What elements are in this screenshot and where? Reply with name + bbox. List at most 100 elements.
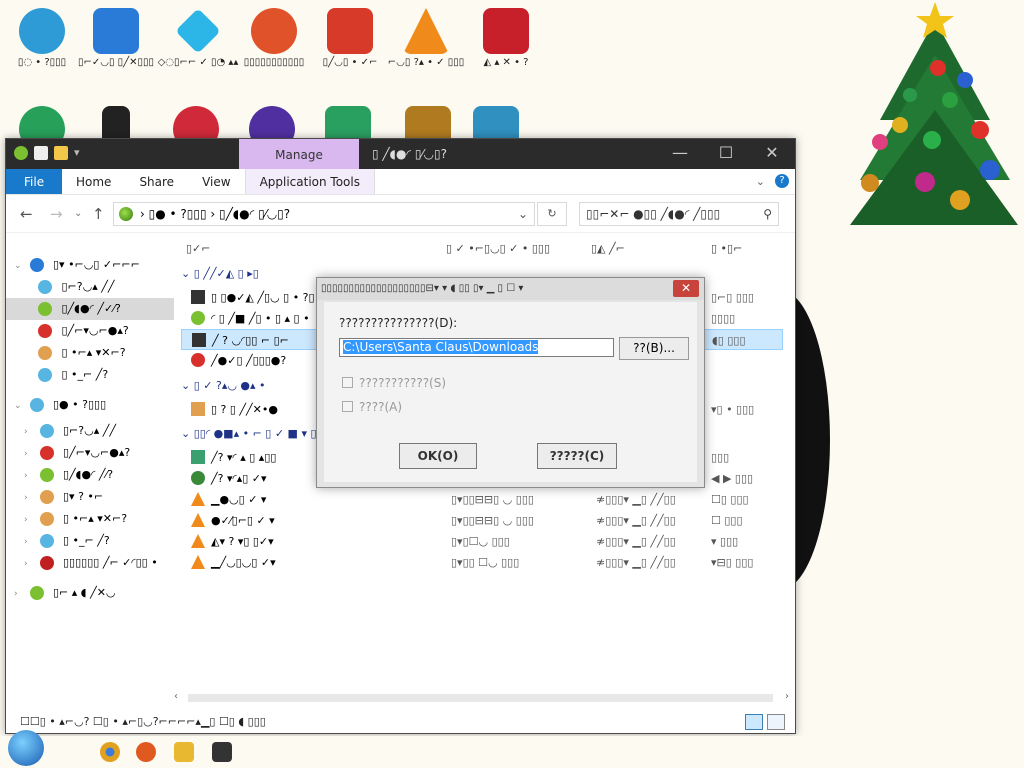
details-view-button[interactable] <box>745 714 763 730</box>
desktop-icon-5[interactable]: ▯╱◡▯ • ✓⌐ <box>308 8 392 69</box>
network-icon <box>29 586 44 600</box>
horizontal-scrollbar[interactable]: ‹ › <box>174 691 789 705</box>
nav-item[interactable]: › ▯▾ ? •⌐ <box>24 486 174 508</box>
help-icon[interactable]: ? <box>775 174 789 188</box>
folder-icon <box>38 346 52 360</box>
file-icon <box>191 402 205 416</box>
browse-button[interactable]: ??(B)... <box>619 337 689 360</box>
up-arrow-icon[interactable]: ↑ <box>92 205 105 223</box>
chevron-down-icon[interactable]: ⌄ <box>756 175 765 188</box>
search-icon: ⚲ <box>763 207 772 221</box>
nav-item-quick-access[interactable]: ⌄ ▯▾ •⌐◡▯ ✓⌐⌐⌐ <box>14 254 174 276</box>
chevron-down-icon[interactable]: ⌄ <box>518 203 528 225</box>
column-header-size[interactable]: ▯ •▯⌐ <box>711 239 742 259</box>
location-icon <box>119 207 133 221</box>
tab-view[interactable]: View <box>188 169 244 194</box>
group-header[interactable]: ⌄ ▯▯◜ ●■▴ • ⌐ ▯ ✓ ■ ▾ ▯ <box>181 423 317 445</box>
desktop-icon-7[interactable]: ◭ ▴ ✕ • ? <box>464 8 548 69</box>
scroll-left-icon[interactable]: ‹ <box>174 691 178 702</box>
scroll-right-icon[interactable]: › <box>785 691 789 702</box>
file-icon <box>191 471 205 485</box>
maximize-button[interactable]: ☐ <box>703 139 749 169</box>
file-icon <box>191 450 205 464</box>
nav-item[interactable]: › ▯╱⌐▾◡⌐●▴? <box>24 442 174 464</box>
chevron-down-icon[interactable]: ⌄ <box>74 208 82 219</box>
folder-icon <box>39 512 54 526</box>
forward-arrow-icon[interactable]: → <box>50 205 63 223</box>
checkbox-option-a[interactable]: ????(A) <box>342 400 402 414</box>
search-input[interactable]: ▯▯⌐✕⌐ ●▯▯ ╱◖●◜ ╱▯▯▯ ⚲ <box>579 202 779 226</box>
desktop-icon-3[interactable]: ◇◌▯⌐⌐ ✓ ▯◔ ▴▴ <box>156 8 240 69</box>
nav-item[interactable]: ▯ •_⌐ ╱? <box>38 364 174 386</box>
nav-item[interactable]: ▯⌐?◡▴ ╱╱ <box>38 276 174 298</box>
firefox-icon[interactable] <box>136 742 156 762</box>
address-bar[interactable]: › ▯● • ?▯▯▯ › ▯╱◖●◜ ▯⁄◡▯? ⌄ <box>113 202 535 226</box>
chevron-down-icon[interactable]: ▾ <box>74 146 82 160</box>
vlc-cone-icon <box>191 513 205 527</box>
nav-item[interactable]: ▯╱⌐▾◡⌐●▴? <box>38 320 174 342</box>
vlc-cone-icon <box>191 492 205 506</box>
destination-path-input[interactable]: C:\Users\Santa Claus\Downloads <box>339 338 614 357</box>
file-icon <box>191 311 205 325</box>
back-arrow-icon[interactable]: ← <box>20 205 33 223</box>
nav-item[interactable]: › ▯ •⌐▴ ▾✕⌐? <box>24 508 174 530</box>
folder-icon <box>39 424 54 438</box>
ok-button[interactable]: OK(O) <box>399 443 477 469</box>
nav-item[interactable]: › ▯⌐?◡▴ ╱╱ <box>24 420 174 442</box>
minimize-button[interactable]: — <box>657 139 703 169</box>
checkbox[interactable] <box>342 401 353 412</box>
table-row[interactable]: ▁●◡▯ ✓ ▾ ▯▾▯▯⊟⊟▯ ◡ ▯▯▯ ≉▯▯▯▾ ▁▯ ╱╱▯▯ ☐▯ … <box>181 489 783 510</box>
tab-application-tools[interactable]: Application Tools <box>244 169 375 194</box>
cancel-button[interactable]: ?????(C) <box>537 443 617 469</box>
nav-item-selected[interactable]: ▯╱◖●◜ ╱✓⁄? <box>6 298 174 320</box>
status-bar: ☐☐▯ • ▴⌐◡? ☐▯ • ▴⌐▯◡?⌐⌐⌐⌐▴▁▯ ☐▯ ◖ ▯▯▯ <box>6 711 795 733</box>
folder-icon <box>38 324 52 338</box>
title-bar[interactable]: ▾ Manage ▯ ╱◖●◜ ▯⁄◡▯? — ☐ ✕ <box>6 139 795 169</box>
computer-icon <box>29 398 44 412</box>
window-title: ▯ ╱◖●◜ ▯⁄◡▯? <box>372 147 447 161</box>
desktop-icon-6[interactable]: ⌐◡▯ ?▴ • ✓ ▯▯▯ <box>384 8 468 69</box>
vlc-cone-icon <box>191 555 205 569</box>
column-header-name[interactable]: ▯✓⌐ <box>186 239 211 259</box>
column-header-type[interactable]: ▯◭ ╱⌐ <box>591 239 625 259</box>
christmas-tree-decoration <box>840 0 1020 240</box>
column-header-date[interactable]: ▯ ✓ •⌐▯◡▯ ✓ • ▯▯▯ <box>446 239 550 259</box>
close-button[interactable]: ✕ <box>749 139 795 169</box>
dialog-close-button[interactable]: ✕ <box>673 280 699 297</box>
table-row[interactable]: ▁╱◡▯◡▯ ✓▾ ▯▾▯▯ ☐◡ ▯▯▯ ≉▯▯▯▾ ▁▯ ╱╱▯▯ ▾⊟▯ … <box>181 552 783 573</box>
group-header[interactable]: ⌄ ▯ ╱╱✓◭ ▯ ▸▯ <box>181 263 259 285</box>
checkbox-option-s[interactable]: ???????????(S) <box>342 376 446 390</box>
refresh-button[interactable]: ↻ <box>537 202 567 226</box>
checkbox[interactable] <box>342 377 353 388</box>
tab-file[interactable]: File <box>6 169 62 194</box>
table-row[interactable]: ●✓⁄▯⌐▯ ✓ ▾ ▯▾▯▯⊟⊟▯ ◡ ▯▯▯ ≉▯▯▯▾ ▁▯ ╱╱▯▯ ☐… <box>181 510 783 531</box>
nav-item[interactable]: › ▯ •_⌐ ╱? <box>24 530 174 552</box>
nav-item[interactable]: › ▯▯▯▯▯▯ ╱⌐ ✓◜▯▯ • <box>24 552 174 574</box>
large-icons-view-button[interactable] <box>767 714 785 730</box>
nav-item-this-pc[interactable]: ⌄ ▯● • ?▯▯▯ <box>14 394 174 416</box>
app-icon[interactable] <box>212 742 232 762</box>
nav-item[interactable]: ▯ •⌐▴ ▾✕⌐? <box>38 342 174 364</box>
navigation-pane: ⌄ ▯▾ •⌐◡▯ ✓⌐⌐⌐ ▯⌐?◡▴ ╱╱ ▯╱◖●◜ ╱✓⁄? ▯╱⌐▾◡… <box>6 239 174 699</box>
tab-home[interactable]: Home <box>62 169 125 194</box>
folder-icon <box>39 490 54 504</box>
table-row[interactable]: ◭▾ ? ▾▯ ▯✓▾ ▯▾▯☐◡ ▯▯▯ ≉▯▯▯▾ ▁▯ ╱╱▯▯ ▾ ▯▯… <box>181 531 783 552</box>
chrome-icon[interactable] <box>100 742 120 762</box>
group-header[interactable]: ⌄ ▯ ✓ ?▴◡ ●▴ • <box>181 375 266 397</box>
tab-share[interactable]: Share <box>125 169 188 194</box>
scrollbar-track[interactable] <box>188 694 773 702</box>
nav-item-network[interactable]: › ▯⌐ ▴ ◖ ╱✕◡ <box>14 582 174 604</box>
desktop-icon-2[interactable]: ▯⌐✓◡▯ ▯╱✕▯▯▯ <box>74 8 158 69</box>
properties-icon[interactable] <box>34 146 48 160</box>
explorer-icon[interactable] <box>174 742 194 762</box>
nav-item[interactable]: › ▯╱◖●◜ ╱⁄? <box>24 464 174 486</box>
folder-icon <box>38 368 52 382</box>
desktop-icon-4[interactable]: ▯▯▯▯▯▯▯▯▯▯▯ <box>232 8 316 69</box>
dialog-title-bar[interactable]: ▯▯▯▯▯▯▯▯▯▯▯▯▯▯▯▯▯▯▯⊟▾ ▾ ◖ ▯▯ ▯▾ ▁ ▯ ☐ ▾ … <box>317 278 704 300</box>
angry-bird-icon <box>327 8 373 54</box>
start-button[interactable] <box>8 730 44 766</box>
desktop-icon-1[interactable]: ▯◌ • ?▯▯▯ <box>0 8 84 69</box>
winrar-icon <box>483 8 529 54</box>
manage-tab[interactable]: Manage <box>239 139 359 169</box>
new-folder-icon[interactable] <box>54 146 68 160</box>
